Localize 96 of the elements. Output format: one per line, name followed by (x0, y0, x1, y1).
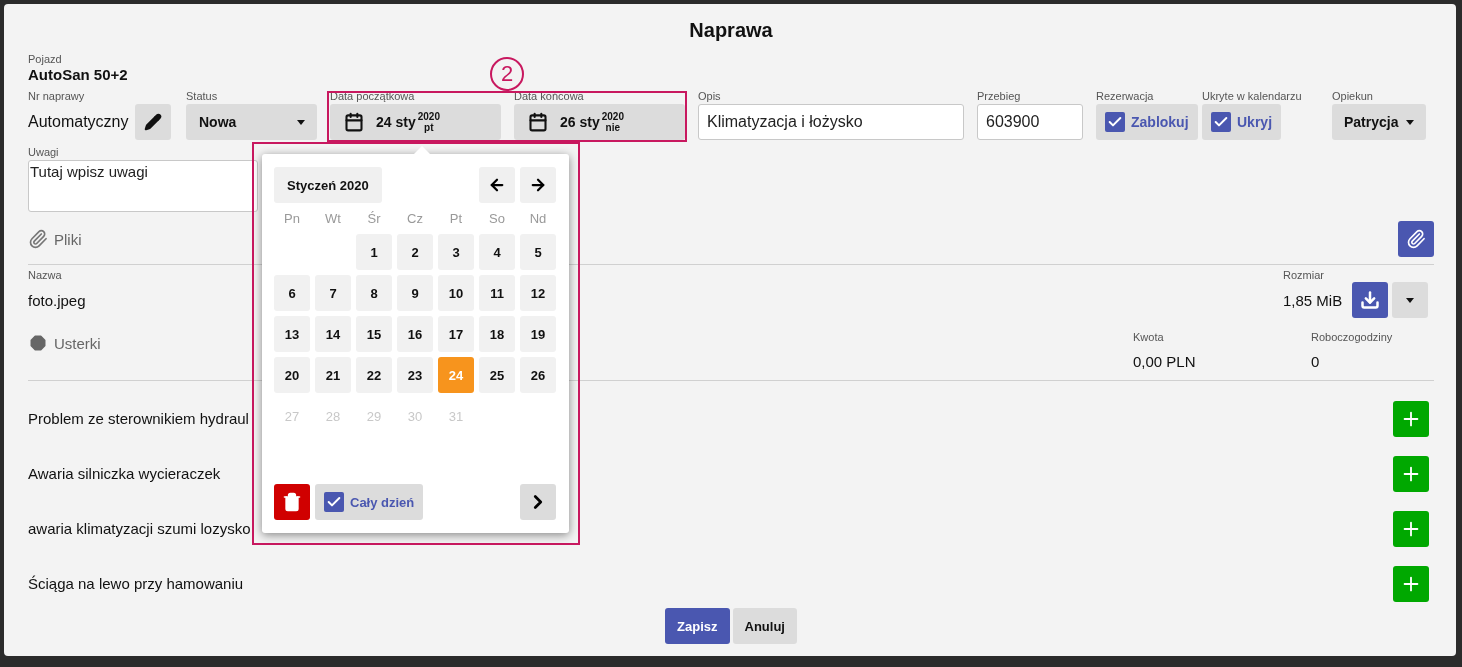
field-label: Rezerwacja (1096, 90, 1154, 103)
weekday-label: Pt (448, 211, 464, 227)
field-label: Uwagi (28, 146, 59, 159)
caret-icon (1406, 297, 1415, 303)
download-button[interactable] (1352, 282, 1389, 318)
caret-icon (297, 119, 305, 125)
paperclip-icon (1406, 229, 1426, 249)
download-icon (1360, 290, 1381, 310)
weekday-label: Wt (324, 211, 342, 227)
arrow-right-icon (529, 176, 547, 194)
field-label: Ukryte w kalendarzu (1202, 90, 1302, 103)
weekday-label: Pn (283, 211, 301, 227)
file-name: foto.jpeg (28, 291, 86, 309)
vehicle-name: AutoSan 50+2 (28, 66, 128, 84)
calendar-day[interactable]: 16 (397, 316, 433, 352)
calendar-icon (528, 112, 548, 132)
weekday-label: Cz (406, 211, 424, 227)
calendar-day[interactable]: 8 (356, 275, 392, 311)
annotation-number: 2 (490, 57, 524, 91)
calendar-day[interactable]: 6 (274, 275, 310, 311)
calendar-day[interactable]: 22 (356, 357, 392, 393)
calendar-day[interactable]: 25 (479, 357, 515, 393)
calendar-day[interactable]: 13 (274, 316, 310, 352)
column-header: Rozmiar (1283, 269, 1324, 282)
calendar-day[interactable]: 26 (520, 357, 556, 393)
fault-text: Ściąga na lewo przy hamowaniu (28, 575, 244, 592)
calendar-day[interactable]: 20 (274, 357, 310, 393)
paperclip-icon (28, 229, 48, 249)
attach-button[interactable] (1398, 221, 1434, 257)
warning-icon (28, 333, 48, 353)
trash-icon (282, 492, 302, 512)
section-heading: Pliki (54, 230, 82, 248)
calendar-day[interactable]: 14 (315, 316, 351, 352)
caretaker-dropdown[interactable]: Patrycja (1332, 104, 1427, 140)
column-header: Nazwa (28, 269, 62, 282)
cancel-button[interactable]: Anuluj (732, 608, 797, 644)
fault-text: Awaria silniczka wycieraczek (28, 465, 221, 482)
calendar-day[interactable]: 10 (438, 275, 474, 311)
column-header: Roboczogodziny (1311, 331, 1393, 344)
next-button[interactable] (520, 167, 556, 203)
fault-text: Problem ze sterownikiem hydraul (28, 410, 249, 427)
weekday-label: Śr (366, 211, 382, 227)
field-label: Opis (698, 90, 721, 103)
add-button[interactable] (1393, 400, 1429, 437)
text-input[interactable]: Klimatyzacja i łożysko (698, 104, 964, 140)
all-day-toggle[interactable]: Cały dzień (315, 484, 424, 520)
calendar-day[interactable]: 17 (438, 316, 474, 352)
calendar-day[interactable]: 1 (356, 234, 392, 270)
add-button[interactable] (1393, 455, 1429, 492)
calendar-day[interactable]: 5 (520, 234, 556, 270)
section-heading: Usterki (54, 334, 101, 352)
save-button[interactable]: Zapisz (665, 608, 730, 644)
field-label: Nr naprawy (28, 90, 85, 103)
calendar-day[interactable]: 19 (520, 316, 556, 352)
calendar-day[interactable]: 3 (438, 234, 474, 270)
weekday-label: Nd (528, 211, 548, 227)
checkbox-toggle[interactable]: Zablokuj (1096, 104, 1198, 140)
field-label: Opiekun (1332, 90, 1373, 103)
forward-button[interactable] (520, 484, 556, 520)
month-button[interactable]: Styczeń 2020 (274, 167, 382, 203)
calendar-day[interactable]: 18 (479, 316, 515, 352)
caret-icon (1406, 119, 1415, 125)
field-label: Pojazd (28, 53, 62, 66)
notes-field[interactable]: Tutaj wpisz uwagi (28, 160, 258, 212)
add-button[interactable] (1393, 565, 1429, 602)
field-label: Przebieg (977, 90, 1021, 103)
calendar-day[interactable]: 4 (479, 234, 515, 270)
weekday-label: So (488, 211, 506, 227)
text-input[interactable]: 603900 (977, 104, 1083, 140)
checkbox[interactable] (324, 492, 344, 512)
checkbox[interactable] (1211, 112, 1231, 132)
hours-value: 0 (1311, 353, 1321, 370)
column-header: Kwota (1133, 331, 1164, 344)
fault-text: awaria klimatyzacji szumi lozysko (28, 520, 251, 537)
field-label: Status (186, 90, 218, 103)
repair-number: Automatyczny (28, 113, 129, 131)
status-select[interactable]: Nowa (186, 104, 317, 140)
calendar-day[interactable]: 12 (520, 275, 556, 311)
calendar-icon (344, 112, 364, 132)
add-button[interactable] (1393, 510, 1429, 547)
dialog-title: Naprawa (688, 18, 774, 43)
previous-button[interactable] (479, 167, 515, 203)
edit-button[interactable] (135, 104, 172, 140)
calendar-day[interactable]: 15 (356, 316, 392, 352)
calendar-day[interactable]: 11 (479, 275, 515, 311)
calendar-day[interactable]: 7 (315, 275, 351, 311)
calendar-day[interactable]: 9 (397, 275, 433, 311)
calendar-day[interactable]: 2 (397, 234, 433, 270)
calendar-day[interactable]: 23 (397, 357, 433, 393)
file-size: 1,85 MiB (1283, 291, 1343, 309)
checkbox[interactable] (1105, 112, 1125, 132)
delete-button[interactable] (274, 484, 310, 520)
checkbox-toggle[interactable]: Ukryj (1202, 104, 1282, 140)
calendar-day[interactable]: 21 (315, 357, 351, 393)
amount-value: 0,00 PLN (1133, 353, 1197, 370)
pencil-icon (144, 113, 163, 131)
